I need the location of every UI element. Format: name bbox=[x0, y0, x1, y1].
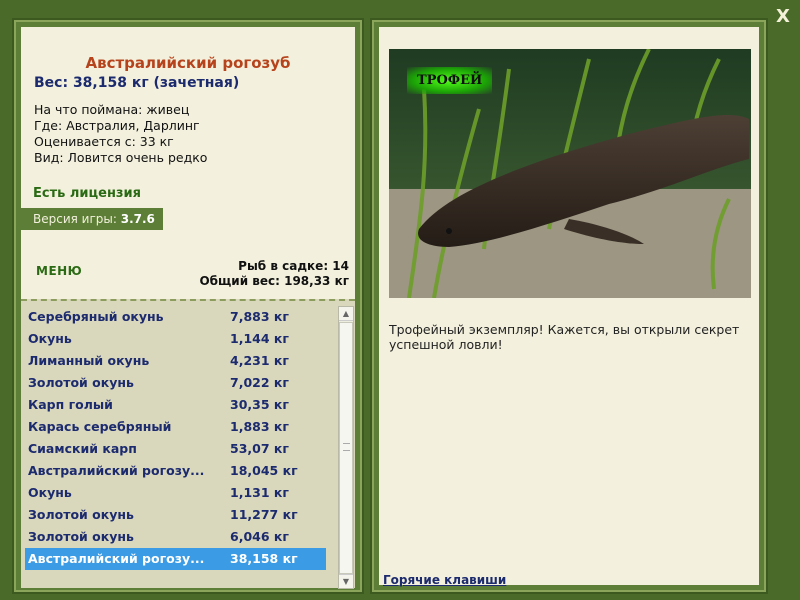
fish-photo: ТРОФЕЙ bbox=[389, 49, 751, 298]
license-status: Есть лицензия bbox=[33, 186, 141, 201]
fish-name: Окунь bbox=[28, 485, 72, 500]
list-item-selected[interactable]: Австралийский рогозу... 38,158 кг bbox=[25, 548, 326, 570]
fish-weight-value: 1,131 кг bbox=[230, 485, 289, 500]
scroll-up-icon[interactable]: ▲ bbox=[339, 307, 353, 321]
hotkeys-link[interactable]: Горячие клавиши bbox=[383, 573, 506, 587]
fish-weight-value: 11,277 кг bbox=[230, 507, 298, 522]
fish-name: Золотой окунь bbox=[28, 375, 134, 390]
list-scrollbar[interactable]: ▲ ▼ bbox=[338, 306, 354, 589]
fish-name: Австралийский рогозу... bbox=[28, 463, 205, 478]
list-item[interactable]: Окунь 1,144 кг bbox=[25, 328, 326, 350]
fish-weight: Вес: 38,158 кг (зачетная) bbox=[34, 75, 240, 91]
trophy-description: Трофейный экземпляр! Кажется, вы открыли… bbox=[389, 322, 740, 352]
scroll-down-icon[interactable]: ▼ bbox=[339, 574, 353, 588]
fish-weight-value: 7,022 кг bbox=[230, 375, 289, 390]
fish-weight-value: 53,07 кг bbox=[230, 441, 289, 456]
list-item[interactable]: Сиамский карп 53,07 кг bbox=[25, 438, 326, 460]
fish-name: Карась серебряный bbox=[28, 419, 172, 434]
fish-weight-value: 6,046 кг bbox=[230, 529, 289, 544]
list-item[interactable]: Карась серебряный 1,883 кг bbox=[25, 416, 326, 438]
fish-weight-value: 30,35 кг bbox=[230, 397, 289, 412]
bait-info: На что поймана: живец bbox=[34, 102, 190, 117]
cage-stats: Рыб в садке: 14 Общий вес: 198,33 кг bbox=[199, 259, 349, 289]
scroll-thumb[interactable] bbox=[339, 322, 353, 574]
fish-weight-value: 1,144 кг bbox=[230, 331, 289, 346]
rating-info: Оценивается с: 33 кг bbox=[34, 134, 174, 149]
rarity-info: Вид: Ловится очень редко bbox=[34, 150, 208, 165]
list-item[interactable]: Карп голый 30,35 кг bbox=[25, 394, 326, 416]
fish-name: Австралийский рогозу... bbox=[28, 551, 205, 566]
list-item[interactable]: Окунь 1,131 кг bbox=[25, 482, 326, 504]
fish-details: Австралийский рогозуб Вес: 38,158 кг (за… bbox=[21, 27, 355, 299]
trophy-badge: ТРОФЕЙ bbox=[407, 67, 493, 94]
list-item[interactable]: Золотой окунь 6,046 кг bbox=[25, 526, 326, 548]
fish-name: Сиамский карп bbox=[28, 441, 137, 456]
fish-weight-value: 38,158 кг bbox=[230, 551, 298, 566]
version-label: Версия игры: bbox=[33, 212, 117, 226]
trophy-content: ТРОФЕЙ Трофейный экземпляр! Кажется, вы … bbox=[379, 27, 759, 587]
fish-weight-value: 1,883 кг bbox=[230, 419, 289, 434]
menu-button[interactable]: МЕНЮ bbox=[36, 264, 82, 278]
trophy-panel: ТРОФЕЙ Трофейный экземпляр! Кажется, вы … bbox=[370, 18, 768, 594]
list-item[interactable]: Золотой окунь 11,277 кг bbox=[25, 504, 326, 526]
total-weight: Общий вес: 198,33 кг bbox=[199, 274, 349, 288]
list-item[interactable]: Австралийский рогозу... 18,045 кг bbox=[25, 460, 326, 482]
list-item[interactable]: Серебряный окунь 7,883 кг bbox=[25, 306, 326, 328]
fish-weight-value: 18,045 кг bbox=[230, 463, 298, 478]
game-version: Версия игры: 3.7.6 bbox=[21, 208, 163, 230]
grip-icon bbox=[343, 443, 350, 451]
fish-weight-value: 4,231 кг bbox=[230, 353, 289, 368]
fish-count: Рыб в садке: 14 bbox=[238, 259, 349, 273]
fish-name: Серебряный окунь bbox=[28, 309, 164, 324]
location-info: Где: Австралия, Дарлинг bbox=[34, 118, 200, 133]
fish-name: Лиманный окунь bbox=[28, 353, 150, 368]
fish-info-panel: Австралийский рогозуб Вес: 38,158 кг (за… bbox=[12, 18, 364, 594]
list-item[interactable]: Лиманный окунь 4,231 кг bbox=[25, 350, 326, 372]
fish-title: Австралийский рогозуб bbox=[85, 54, 291, 72]
version-value: 3.7.6 bbox=[120, 212, 155, 226]
close-button[interactable]: X bbox=[772, 6, 794, 28]
fish-name: Карп голый bbox=[28, 397, 113, 412]
fish-name: Окунь bbox=[28, 331, 72, 346]
fish-name: Золотой окунь bbox=[28, 507, 134, 522]
fish-weight-value: 7,883 кг bbox=[230, 309, 289, 324]
list-item[interactable]: Золотой окунь 7,022 кг bbox=[25, 372, 326, 394]
catch-list[interactable]: Серебряный окунь 7,883 кг Окунь 1,144 кг Л… bbox=[21, 299, 355, 589]
fish-name: Золотой окунь bbox=[28, 529, 134, 544]
